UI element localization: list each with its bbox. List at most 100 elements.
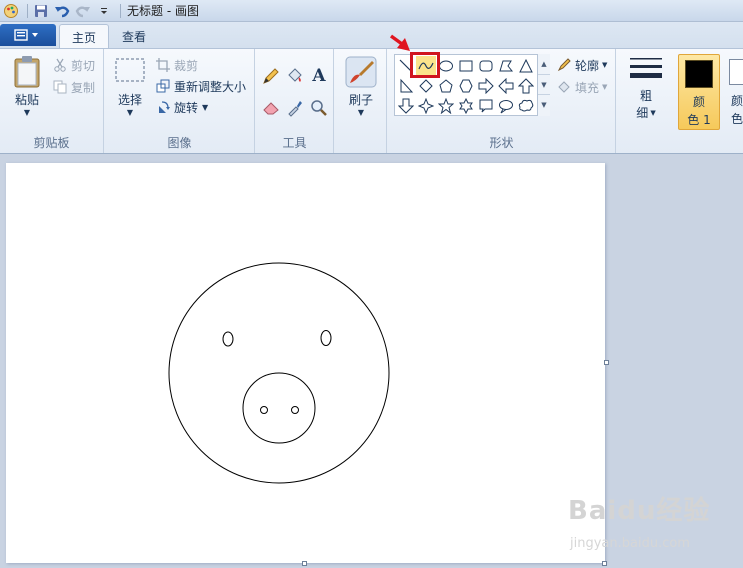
size-button[interactable]: 粗 细 ▼ (626, 55, 666, 121)
rounded-rectangle-shape-icon[interactable] (476, 56, 496, 75)
select-dropdown-arrow[interactable]: ▼ (127, 108, 133, 117)
brushes-label: 刷子 (348, 93, 373, 107)
customize-qat-dropdown-icon[interactable] (95, 2, 113, 20)
annotation-arrow-icon (389, 34, 410, 51)
color1-label-line1: 颜 (692, 95, 705, 109)
oval-callout-shape-icon[interactable] (496, 96, 516, 115)
canvas-resize-handle-corner[interactable] (602, 561, 607, 566)
magnifier-icon[interactable] (308, 97, 330, 119)
crop-button[interactable]: 裁剪 (155, 55, 198, 75)
rectangle-shape-icon[interactable] (456, 56, 476, 75)
line-size-icon (630, 58, 662, 78)
qat-separator (27, 3, 28, 18)
down-arrow-shape-icon[interactable] (396, 96, 416, 115)
pentagon-shape-icon[interactable] (436, 76, 456, 95)
undo-icon[interactable] (53, 2, 71, 20)
title-bar: 无标题 - 画图 (0, 0, 743, 22)
right-nostril (291, 406, 299, 414)
brushes-dropdown-arrow[interactable]: ▼ (358, 108, 364, 117)
color-picker-icon[interactable] (284, 97, 306, 119)
selection-icon (115, 58, 145, 82)
fill-dropdown-arrow[interactable]: ▼ (602, 83, 607, 91)
redo-icon[interactable] (74, 2, 92, 20)
tab-home[interactable]: 主页 (59, 24, 110, 49)
scroll-up-icon[interactable]: ▲ (538, 54, 550, 74)
clipboard-icon (14, 56, 40, 88)
color1-button[interactable]: 颜 色 1 (678, 54, 720, 130)
color2-button[interactable]: 颜 色 (725, 54, 743, 130)
baidu-watermark-url: jingyan.baidu.com (570, 536, 690, 551)
outline-dropdown-arrow[interactable]: ▼ (602, 61, 607, 69)
image-group: 选择 ▼ 裁剪 重新调整大小 旋转 ▼ 图像 (105, 49, 255, 153)
six-point-star-shape-icon[interactable] (456, 96, 476, 115)
shapes-group-label: 形状 (489, 136, 514, 150)
copy-button[interactable]: 复制 (52, 77, 95, 97)
cloud-callout-shape-icon[interactable] (516, 96, 536, 115)
canvas-resize-handle-bottom[interactable] (302, 561, 307, 566)
resize-button[interactable]: 重新调整大小 (155, 76, 246, 96)
brushes-button[interactable]: 刷子 ▼ (341, 55, 381, 117)
color2-swatch (729, 59, 743, 85)
text-tool-icon[interactable]: A (308, 65, 330, 87)
ribbon-tab-row: 主页 查看 (0, 22, 743, 49)
color2-label-line1: 颜 (731, 94, 743, 108)
snout-circle (242, 372, 316, 444)
right-arrow-shape-icon[interactable] (476, 76, 496, 95)
left-arrow-shape-icon[interactable] (496, 76, 516, 95)
clipboard-group: 粘贴 ▼ 剪切 复制 剪贴板 (0, 49, 104, 153)
rounded-callout-shape-icon[interactable] (476, 96, 496, 115)
color2-label-line2: 色 (731, 112, 743, 126)
paste-dropdown-arrow[interactable]: ▼ (24, 108, 30, 117)
diamond-shape-icon[interactable] (416, 76, 436, 95)
outline-button[interactable]: 轮廓 ▼ (556, 55, 607, 75)
save-icon[interactable] (32, 2, 50, 20)
size-label-line2: 细 (636, 106, 649, 120)
five-point-star-shape-icon[interactable] (436, 96, 456, 115)
polygon-shape-icon[interactable] (496, 56, 516, 75)
triangle-shape-icon[interactable] (516, 56, 536, 75)
size-label-line2-row: 细 ▼ (636, 104, 655, 121)
cut-button[interactable]: 剪切 (52, 55, 95, 75)
outline-brush-icon (556, 57, 572, 73)
left-nostril (260, 406, 268, 414)
paint-app-icon[interactable] (2, 2, 20, 20)
curve-tool-highlight-box (410, 52, 440, 78)
rotate-icon (155, 99, 171, 115)
crop-icon (155, 57, 171, 73)
tab-view-label: 查看 (122, 29, 147, 44)
right-triangle-shape-icon[interactable] (396, 76, 416, 95)
scroll-down-icon[interactable]: ▼ (538, 74, 550, 94)
resize-icon (155, 78, 171, 94)
ribbon-panel: 粘贴 ▼ 剪切 复制 剪贴板 选择 ▼ 裁剪 重新调整大小 旋转 ▼ 图像 A … (0, 48, 743, 154)
left-eye (222, 331, 234, 347)
right-eye (320, 330, 332, 346)
canvas-resize-handle-right[interactable] (604, 360, 609, 365)
color1-swatch (685, 60, 713, 88)
fill-button[interactable]: 填充 ▼ (556, 77, 607, 97)
quick-access-toolbar (0, 0, 125, 22)
resize-label: 重新调整大小 (174, 79, 247, 94)
rotate-button[interactable]: 旋转 ▼ (155, 97, 208, 117)
hexagon-shape-icon[interactable] (456, 76, 476, 95)
fill-icon (556, 79, 572, 95)
shapes-gallery-scrollbar[interactable]: ▲ ▼ ▼ (537, 54, 550, 116)
fill-label: 填充 (575, 80, 600, 95)
baidu-watermark: Baidu经验 (568, 496, 711, 526)
tab-view[interactable]: 查看 (110, 24, 158, 48)
select-button[interactable]: 选择 ▼ (111, 57, 149, 117)
fill-bucket-icon[interactable] (284, 65, 306, 87)
scissors-icon (52, 57, 68, 73)
crop-label: 裁剪 (174, 58, 199, 73)
paste-button[interactable]: 粘贴 ▼ (8, 55, 46, 117)
pencil-icon[interactable] (260, 65, 282, 87)
paint-menu-button[interactable] (0, 24, 56, 46)
eraser-icon[interactable] (260, 97, 282, 119)
up-arrow-shape-icon[interactable] (516, 76, 536, 95)
rotate-dropdown-arrow[interactable]: ▼ (202, 103, 208, 112)
drawing-canvas[interactable] (6, 163, 605, 563)
size-dropdown-arrow[interactable]: ▼ (650, 109, 655, 117)
window-title: 无标题 - 画图 (127, 4, 199, 18)
gallery-expand-icon[interactable]: ▼ (538, 94, 550, 114)
four-point-star-shape-icon[interactable] (416, 96, 436, 115)
copy-icon (52, 79, 68, 95)
